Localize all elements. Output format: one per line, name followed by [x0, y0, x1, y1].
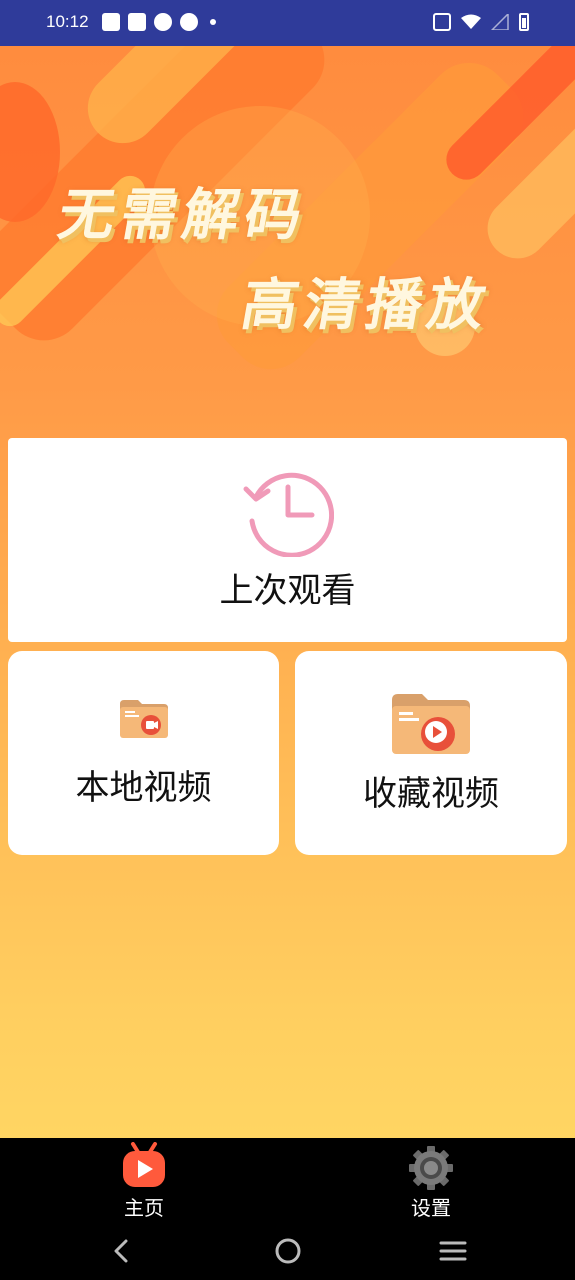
- speed-notification-icon: [154, 13, 172, 31]
- tab-settings-label: 设置: [411, 1196, 451, 1220]
- last-watched-card[interactable]: 上次观看: [8, 438, 567, 642]
- notification-icons: [102, 13, 216, 31]
- slogan-line-2: 高清播放: [236, 272, 497, 338]
- bottom-tab-bar: 主页 设置: [0, 1138, 575, 1220]
- banner: 无需解码 高清播放: [0, 46, 575, 406]
- speed-notification-icon: [180, 13, 198, 31]
- local-videos-label: 本地视频: [75, 767, 212, 808]
- local-videos-card[interactable]: 本地视频: [8, 651, 279, 855]
- back-icon[interactable]: [106, 1236, 136, 1266]
- tab-home[interactable]: 主页: [94, 1142, 194, 1221]
- status-time: 10:12: [46, 12, 89, 31]
- favorite-videos-label: 收藏视频: [363, 773, 499, 814]
- home-icon[interactable]: [273, 1236, 303, 1266]
- recents-menu-icon[interactable]: [438, 1236, 468, 1266]
- history-clock-icon: [243, 472, 334, 557]
- slogan-line-1: 无需解码: [53, 182, 314, 248]
- signal-icon: [491, 14, 509, 30]
- wifi-icon: [461, 14, 481, 29]
- tv-play-icon: [123, 1142, 165, 1187]
- battery-icon: [519, 13, 529, 31]
- more-notifications-icon: [210, 19, 216, 25]
- video-folder-icon: [119, 699, 168, 738]
- gear-icon: [409, 1146, 453, 1190]
- status-bar: 10:12: [0, 0, 575, 46]
- system-icons: [433, 13, 529, 31]
- system-nav-bar: [0, 1220, 575, 1280]
- tab-home-label: 主页: [124, 1196, 164, 1220]
- mail-notification-icon: [128, 13, 146, 31]
- play-folder-icon: [392, 693, 470, 754]
- favorite-videos-card[interactable]: 收藏视频: [295, 651, 567, 855]
- last-watched-label: 上次观看: [219, 570, 356, 611]
- mail-notification-icon: [102, 13, 120, 31]
- vibrate-icon: [433, 13, 451, 31]
- tab-settings[interactable]: 设置: [381, 1142, 481, 1221]
